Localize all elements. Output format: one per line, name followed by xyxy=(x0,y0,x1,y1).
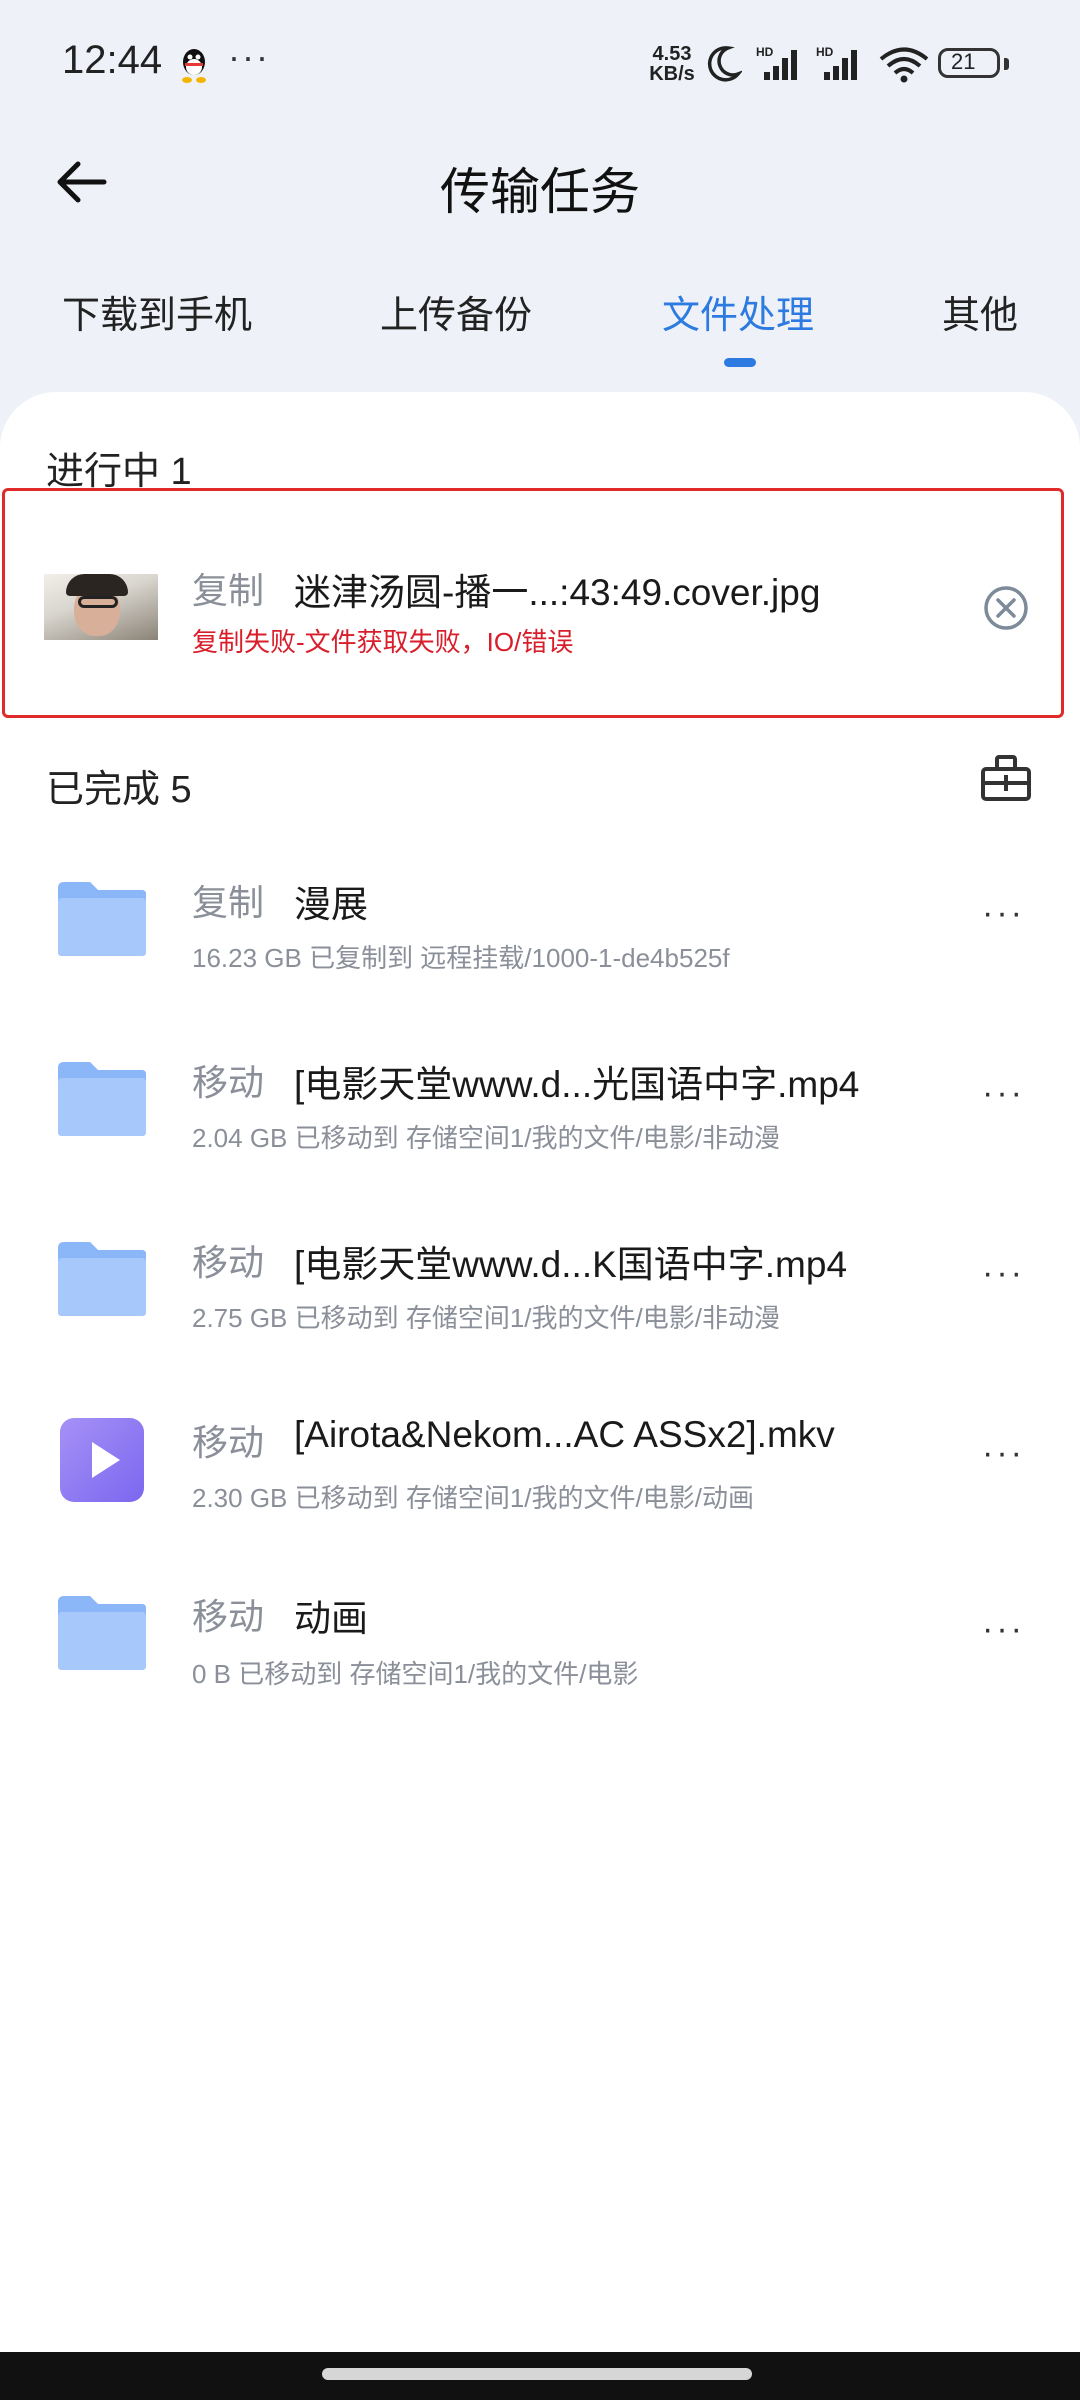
task-action-label: 复制 xyxy=(192,882,265,923)
more-options-icon[interactable]: ··· xyxy=(982,1074,1025,1113)
do-not-disturb-icon xyxy=(707,46,742,82)
network-speed: 4.53 KB/s xyxy=(644,44,700,84)
more-options-icon[interactable]: ··· xyxy=(982,1254,1025,1293)
qq-icon xyxy=(182,49,206,83)
tab-download-to-phone[interactable]: 下载到手机 xyxy=(62,284,252,339)
navigation-bar xyxy=(0,2352,1080,2400)
in-progress-title: 进行中 1 xyxy=(46,451,192,493)
task-action-label: 移动 xyxy=(192,1242,265,1283)
home-indicator[interactable] xyxy=(322,2368,752,2380)
folder-icon xyxy=(58,1596,146,1670)
task-file-name: [电影天堂www.d...K国语中字.mp4 xyxy=(294,1244,848,1285)
tab-other[interactable]: 其他 xyxy=(942,284,1018,339)
folder-icon xyxy=(58,882,146,956)
task-action-label: 移动 xyxy=(192,1062,265,1103)
network-speed-unit: KB/s xyxy=(649,63,695,85)
battery-icon: 21 xyxy=(938,48,1009,78)
folder-icon xyxy=(58,1062,146,1136)
signal2-label: HD xyxy=(816,45,834,59)
video-file-icon xyxy=(60,1418,144,1502)
task-detail: 16.23 GB 已复制到 远程挂载/1000-1-de4b525f xyxy=(192,943,730,973)
battery-level: 21 xyxy=(951,49,976,74)
wifi-icon xyxy=(879,47,929,83)
status-time: 12:44 xyxy=(62,38,163,82)
task-file-name: [电影天堂www.d...光国语中字.mp4 xyxy=(294,1064,860,1105)
tab-file-processing[interactable]: 文件处理 xyxy=(662,284,814,339)
active-tab-indicator xyxy=(724,358,756,367)
task-detail: 0 B 已移动到 存储空间1/我的文件/电影 xyxy=(192,1659,639,1689)
image-thumbnail xyxy=(44,574,158,640)
task-file-name: 迷津汤圆-播一...:43:49.cover.jpg xyxy=(294,572,821,613)
more-options-icon[interactable]: ··· xyxy=(982,1434,1025,1473)
signal-hd-icon: HD xyxy=(756,45,797,80)
folder-icon xyxy=(58,1242,146,1316)
clear-records-icon[interactable] xyxy=(980,754,1032,802)
page-title: 传输任务 xyxy=(440,164,640,220)
cancel-task-icon[interactable] xyxy=(982,584,1030,632)
tab-upload-backup[interactable]: 上传备份 xyxy=(380,284,532,339)
task-action-label: 移动 xyxy=(192,1422,265,1463)
task-detail: 2.75 GB 已移动到 存储空间1/我的文件/电影/非动漫 xyxy=(192,1303,780,1333)
more-options-icon[interactable]: ··· xyxy=(982,1610,1025,1649)
completed-title: 已完成 5 xyxy=(46,769,192,811)
task-file-name: [Airota&Nekom...AC ASSx2].mkv xyxy=(294,1414,835,1455)
task-detail: 2.04 GB 已移动到 存储空间1/我的文件/电影/非动漫 xyxy=(192,1123,780,1153)
task-file-name: 漫展 xyxy=(294,884,368,925)
signal-hd-icon: HD xyxy=(816,45,857,80)
signal1-label: HD xyxy=(756,45,774,59)
task-detail: 2.30 GB 已移动到 存储空间1/我的文件/电影/动画 xyxy=(192,1483,754,1513)
task-action-label: 复制 xyxy=(192,570,265,611)
task-file-name: 动画 xyxy=(294,1598,368,1639)
task-error-message: 复制失败-文件获取失败，IO/错误 xyxy=(192,627,574,657)
status-bar: 12:44 ··· 4.53 KB/s HD HD 21 xyxy=(0,0,1080,130)
task-action-label: 移动 xyxy=(192,1596,265,1637)
network-speed-value: 4.53 xyxy=(652,43,692,65)
more-options-icon[interactable]: ··· xyxy=(982,894,1025,933)
notification-more-icon: ··· xyxy=(228,36,270,77)
